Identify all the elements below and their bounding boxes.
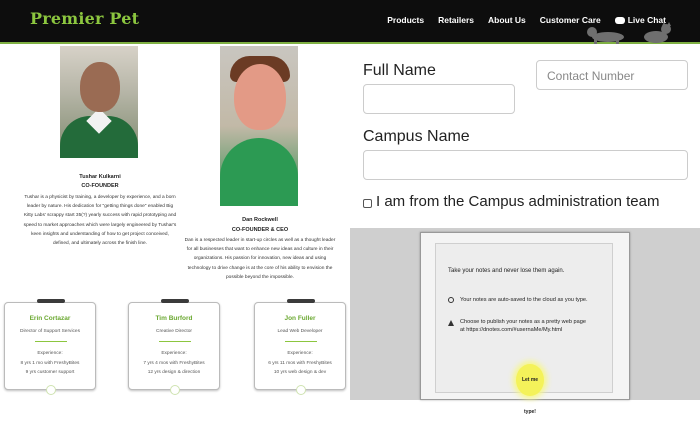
doc-content: Take your notes and never lose them agai…	[435, 243, 613, 415]
card-dot-icon	[46, 385, 56, 395]
cloud-save-icon	[448, 297, 454, 303]
team-card[interactable]: Tim Burford Creative Director Experience…	[128, 299, 220, 395]
card-exp-line: 12 yrs design & direction	[147, 370, 201, 375]
doc-preview-area: Take your notes and never lose them agai…	[350, 228, 700, 415]
dan-photo	[220, 46, 298, 206]
card-role: Creative Director	[156, 329, 192, 334]
member-bio: Dan is a respected leader in start-up ci…	[184, 238, 336, 280]
doc-page: Take your notes and never lose them agai…	[420, 232, 630, 415]
top-navbar: Premier Pet Products Retailers About Us …	[0, 0, 700, 44]
card-name: Erin Cortazar	[29, 315, 71, 322]
pets-silhouette-icon	[587, 22, 671, 44]
card-exp-line: 7 yrs 4 mos with FreshyBites	[143, 361, 205, 366]
card-exp-line: 10 yrs web design & dev	[273, 370, 327, 375]
card-exp-label: Experience:	[161, 351, 187, 356]
card-dot-icon	[170, 385, 180, 395]
card-exp-label: Experience:	[37, 351, 63, 356]
member-name: Dan Rockwell	[242, 217, 278, 223]
nav-retailers[interactable]: Retailers	[438, 15, 474, 25]
card-exp-line: 6 yrs 11 mos with FreshyBites	[268, 361, 332, 366]
card-dot-icon	[296, 385, 306, 395]
doc-feature-1: Your notes are auto-saved to the cloud a…	[460, 297, 588, 303]
member-name: Tushar Kulkarni	[79, 174, 121, 180]
member-bio: Tushar is a physicist by training, a dev…	[23, 195, 177, 247]
team-card[interactable]: Erin Cortazar Director of Support Servic…	[4, 299, 96, 395]
brand-logo[interactable]: Premier Pet	[30, 9, 139, 28]
team-card[interactable]: Jon Fuller Lead Web Developer Experience…	[254, 299, 346, 395]
nav-about-us[interactable]: About Us	[488, 15, 526, 25]
card-name: Jon Fuller	[284, 315, 316, 322]
let-me-type-button[interactable]: Let me type!	[516, 364, 544, 415]
full-name-label: Full Name	[363, 62, 436, 79]
member-role: CO-FOUNDER	[81, 183, 119, 189]
admin-team-checkbox-label[interactable]: I am from the Campus administration team	[376, 193, 659, 210]
doc-feature-2: Choose to publish your notes as a pretty…	[460, 319, 586, 333]
card-exp-line: 8 yrs 1 mo with FreshyBites	[20, 361, 80, 366]
card-name: Tim Burford	[155, 315, 193, 322]
card-exp-line: 9 yrs customer support	[25, 370, 75, 375]
campus-name-label: Campus Name	[363, 128, 470, 145]
card-role: Director of Support Services	[20, 329, 80, 334]
admin-team-checkbox[interactable]	[363, 199, 372, 208]
contact-placeholder: Contact Number	[547, 69, 635, 83]
card-exp-label: Experience:	[287, 351, 313, 356]
campus-name-input[interactable]	[363, 150, 688, 180]
nav-products[interactable]: Products	[387, 15, 424, 25]
team-section: Tushar Kulkarni CO-FOUNDER Tushar is a p…	[0, 44, 350, 400]
contact-number-input[interactable]: Contact Number	[536, 60, 688, 90]
card-role: Lead Web Developer	[277, 329, 323, 334]
member-role: CO-FOUNDER & CEO	[231, 227, 289, 233]
doc-title: Take your notes and never lose them agai…	[448, 268, 565, 274]
publish-icon	[448, 320, 454, 326]
full-name-input[interactable]	[363, 84, 515, 114]
signup-form: Full Name Contact Number Campus Name I a…	[350, 44, 700, 228]
tushar-photo	[60, 46, 138, 158]
